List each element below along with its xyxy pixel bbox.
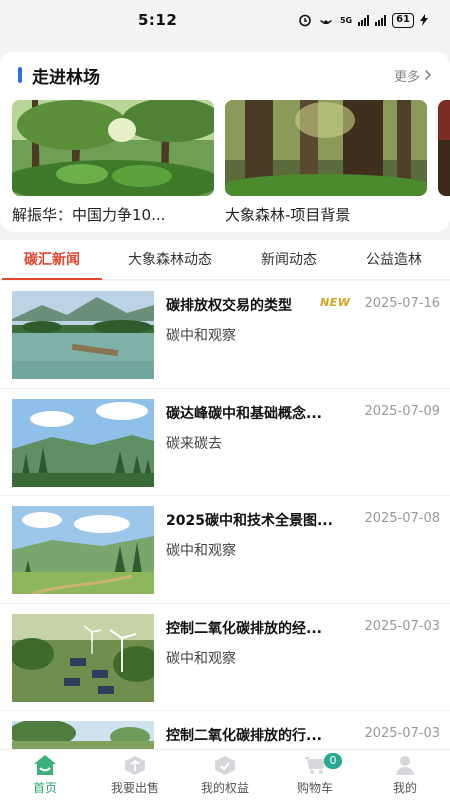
nav-label-sell: 我要出售 xyxy=(110,781,159,795)
forest-card-label-2: 大象森林-项目背景 xyxy=(225,206,351,224)
profile-icon xyxy=(392,754,418,776)
news-tabs: 碳汇新闻 大象森林动态 新闻动态 公益造林 xyxy=(0,240,450,280)
forest-image-3 xyxy=(438,100,450,196)
hotspot-icon xyxy=(318,13,334,27)
news-item[interactable]: 碳排放权交易的类型 NEW 2025-07-16 碳中和观察 xyxy=(0,281,450,389)
news-source: 碳中和观察 xyxy=(166,543,236,559)
news-title: 控制二氧化碳排放的行... xyxy=(166,728,322,744)
rights-icon xyxy=(212,754,238,776)
more-label: 更多 xyxy=(393,69,420,85)
nav-cart[interactable]: 0 购物车 xyxy=(270,750,360,800)
news-title: 控制二氧化碳排放的经... xyxy=(166,620,322,637)
status-time: 5:12 xyxy=(138,11,178,29)
news-item[interactable]: 控制二氧化碳排放的经... 2025-07-03 碳中和观察 xyxy=(0,604,450,711)
bottom-nav: 首页 我要出售 我的权益 0 购物车 我的 xyxy=(0,749,450,800)
more-link[interactable]: 更多 xyxy=(394,66,432,85)
forest-card-3-partial[interactable] xyxy=(438,100,450,196)
status-icons: 5G 61 xyxy=(298,12,428,28)
nav-sell[interactable]: 我要出售 xyxy=(90,750,180,800)
charging-icon xyxy=(420,14,428,26)
news-source: 碳中和观察 xyxy=(166,328,236,344)
news-title: 2025碳中和技术全景图... xyxy=(166,513,333,529)
forest-image-2 xyxy=(225,100,427,196)
tab-news-updates[interactable]: 新闻动态 xyxy=(238,240,340,280)
forest-card-2[interactable]: 大象森林-项目背景 xyxy=(225,100,427,225)
nav-label-rights: 我的权益 xyxy=(200,781,249,795)
news-title: 碳达峰碳中和基础概念... xyxy=(166,405,322,422)
news-source: 碳来碳去 xyxy=(166,435,222,452)
tab-public-forestation[interactable]: 公益造林 xyxy=(340,240,448,280)
forest-section-title: 走进林场 xyxy=(32,67,100,88)
network-label: 5G xyxy=(339,15,353,25)
new-badge: NEW xyxy=(320,296,351,309)
forest-section-header: 走进林场 更多 xyxy=(0,52,450,98)
nav-rights[interactable]: 我的权益 xyxy=(180,750,270,800)
forest-card-label-1: 解振华：中国力争10... xyxy=(12,206,166,224)
status-bar: 5:12 5G 61 xyxy=(0,0,450,40)
nav-label-home: 首页 xyxy=(32,781,57,795)
news-thumbnail xyxy=(12,613,154,702)
news-thumbnail xyxy=(12,398,154,487)
forest-image-1 xyxy=(12,100,214,196)
news-thumbnail xyxy=(12,291,154,379)
sell-icon xyxy=(122,754,148,776)
tab-carbon-news[interactable]: 碳汇新闻 xyxy=(2,240,102,280)
section-title: 走进林场 xyxy=(18,63,100,88)
forest-card-1[interactable]: 解振华：中国力争10... xyxy=(12,100,214,225)
chevron-right-icon xyxy=(424,69,432,81)
news-item[interactable]: 碳达峰碳中和基础概念... 2025-07-09 碳来碳去 xyxy=(0,389,450,496)
news-date: 2025-07-03 xyxy=(364,726,440,741)
cart-count-badge: 0 xyxy=(324,753,342,769)
news-item[interactable]: 控制二氧化碳排放的行... 2025-07-03 xyxy=(0,711,450,749)
news-thumbnail xyxy=(12,506,154,594)
news-source: 碳中和观察 xyxy=(166,650,236,667)
news-date: 2025-07-03 xyxy=(364,618,440,634)
home-icon xyxy=(32,754,58,776)
news-date: 2025-07-16 xyxy=(364,296,440,311)
nav-home[interactable]: 首页 xyxy=(0,750,90,800)
news-date: 2025-07-08 xyxy=(364,511,440,526)
signal-icon xyxy=(358,14,370,26)
alarm-icon xyxy=(298,13,312,27)
news-date: 2025-07-09 xyxy=(364,403,440,419)
nav-label-cart: 购物车 xyxy=(296,781,333,795)
news-list: 碳排放权交易的类型 NEW 2025-07-16 碳中和观察 碳达峰碳中和基础概… xyxy=(0,281,450,749)
tab-forest-news[interactable]: 大象森林动态 xyxy=(102,240,238,280)
forest-carousel[interactable]: 解振华：中国力争10... 大象森林-项目背景 xyxy=(0,98,450,232)
nav-label-profile: 我的 xyxy=(392,781,417,795)
battery-icon: 61 xyxy=(392,12,414,28)
news-thumbnail xyxy=(12,721,154,749)
forest-section: 走进林场 更多 解振华：中国力争10... 大象森林-项目背景 xyxy=(0,52,450,232)
signal-icon-2 xyxy=(375,14,387,26)
title-accent-bar xyxy=(18,67,22,83)
nav-profile[interactable]: 我的 xyxy=(360,750,450,800)
news-item[interactable]: 2025碳中和技术全景图... 2025-07-08 碳中和观察 xyxy=(0,496,450,604)
